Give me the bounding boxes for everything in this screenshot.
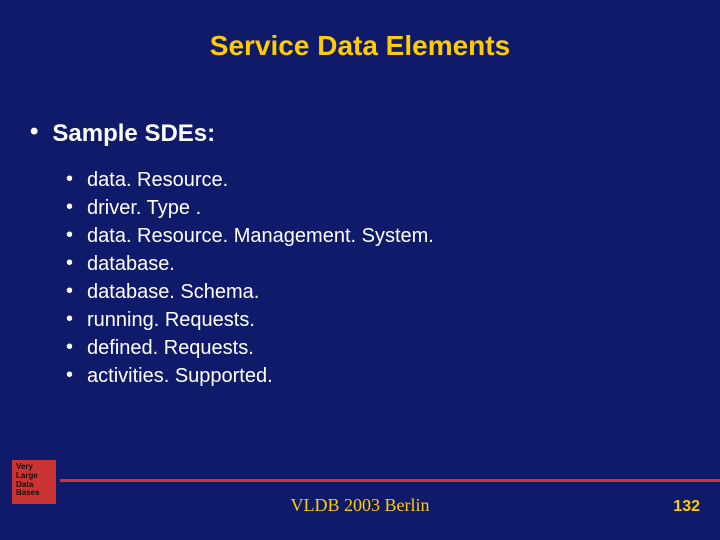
bullet-icon: • xyxy=(66,194,73,220)
list-item: • activities. Supported. xyxy=(66,362,690,390)
sde-list: • data. Resource. • driver. Type . • dat… xyxy=(66,166,690,390)
list-item-text: running. Requests. xyxy=(87,306,255,334)
bullet-icon: • xyxy=(66,334,73,360)
bullet-icon: • xyxy=(66,166,73,192)
list-item-text: driver. Type . xyxy=(87,194,201,222)
bullet-icon: • xyxy=(66,250,73,276)
bullet-icon: • xyxy=(66,278,73,304)
list-item-text: data. Resource. Management. System. xyxy=(87,222,434,250)
list-item: • defined. Requests. xyxy=(66,334,690,362)
slide-content: • Sample SDEs: • data. Resource. • drive… xyxy=(30,120,690,390)
bullet-icon: • xyxy=(66,362,73,388)
list-item: • database. xyxy=(66,250,690,278)
bullet-icon: • xyxy=(66,306,73,332)
list-item: • running. Requests. xyxy=(66,306,690,334)
list-item-text: database. xyxy=(87,250,175,278)
list-item: • data. Resource. xyxy=(66,166,690,194)
list-item: • driver. Type . xyxy=(66,194,690,222)
list-item: • data. Resource. Management. System. xyxy=(66,222,690,250)
slide: Service Data Elements • Sample SDEs: • d… xyxy=(0,0,720,540)
list-item-text: database. Schema. xyxy=(87,278,259,306)
list-item-text: data. Resource. xyxy=(87,166,228,194)
footer-divider xyxy=(60,479,720,482)
page-number: 132 xyxy=(673,498,700,516)
heading-bullet: • Sample SDEs: xyxy=(30,120,690,148)
heading-text: Sample SDEs: xyxy=(52,120,215,148)
list-item-text: defined. Requests. xyxy=(87,334,254,362)
list-item-text: activities. Supported. xyxy=(87,362,273,390)
footer-text: VLDB 2003 Berlin xyxy=(0,495,720,516)
list-item: • database. Schema. xyxy=(66,278,690,306)
bullet-icon: • xyxy=(30,120,38,144)
bullet-icon: • xyxy=(66,222,73,248)
slide-title: Service Data Elements xyxy=(0,30,720,62)
